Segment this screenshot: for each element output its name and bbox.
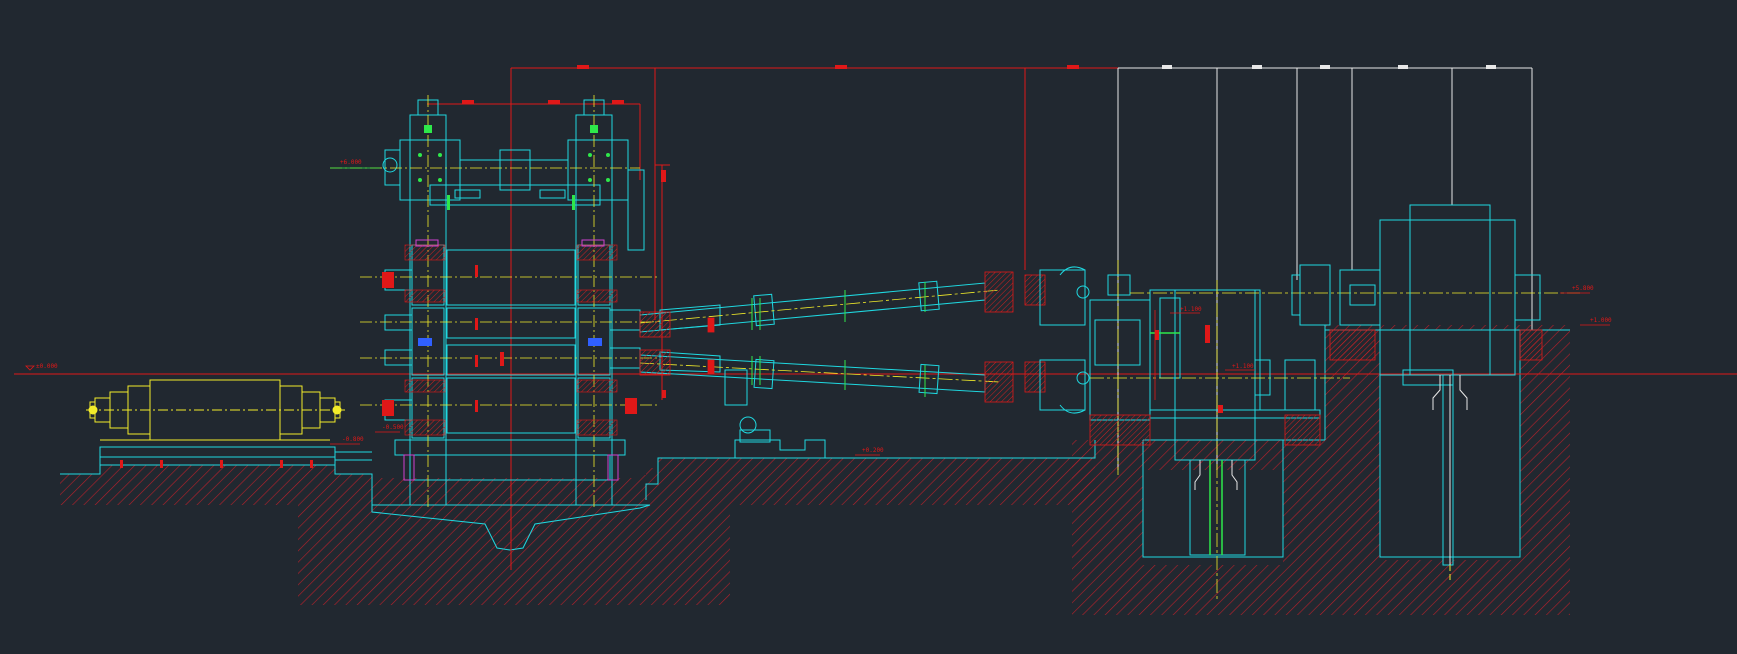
coupling-elevation-label: +1.000: [1590, 317, 1612, 324]
stand-base-elevation: -0.500: [375, 424, 404, 433]
top-elevation: +6.000: [330, 159, 380, 169]
motor-right-elevations: +5.800 +1.000: [1560, 285, 1612, 326]
upper-spindle: [639, 280, 986, 333]
gear-elevation-b: +1.100: [1232, 363, 1254, 370]
gear-elevations: +1.100 +1.100: [1170, 306, 1255, 371]
gear-elevation-a: +1.100: [1180, 306, 1202, 313]
pinion-stand: [1039, 266, 1151, 421]
base-mid-elevation-label: +0.200: [862, 447, 884, 454]
motor-base-elevation-label: -0.800: [342, 436, 364, 443]
floor-elevation-label: ±0.000: [36, 363, 58, 370]
mill-stand-bolts: [418, 125, 610, 210]
rolling-mill-elevation-drawing: ±0.000 -0.800 +6.000 -0.500 +0.200 +1.10…: [14, 65, 1737, 615]
lower-spindle: [639, 351, 986, 395]
left-motor: [86, 379, 345, 448]
top-elevation-label: +6.000: [340, 159, 362, 166]
cad-drawing-viewport[interactable]: ±0.000 -0.800 +6.000 -0.500 +0.200 +1.10…: [0, 0, 1737, 654]
top-dimension-text: [462, 65, 1079, 182]
left-motor-base: [99, 446, 372, 466]
motor-base-elevation: -0.800: [330, 436, 364, 445]
foundation-hatch: [60, 325, 1570, 615]
shaft-elevation-label: +5.800: [1572, 285, 1594, 292]
base-mid-elevation: +0.200: [855, 447, 884, 456]
stand-base-elevation-label: -0.500: [382, 424, 404, 431]
spindle-support: [724, 369, 826, 459]
